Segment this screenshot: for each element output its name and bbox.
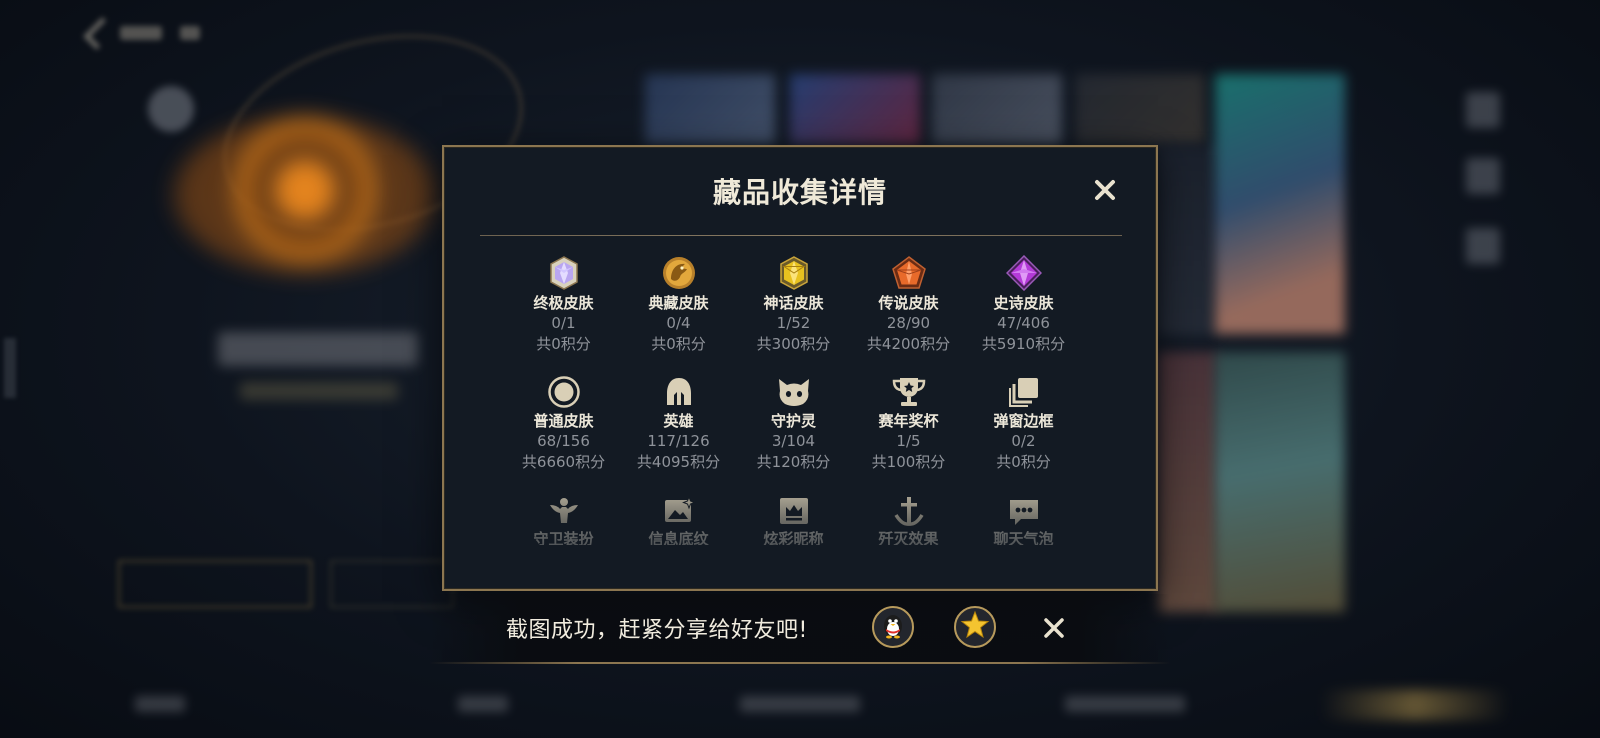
item-points: 共300积分 — [756, 335, 831, 353]
collection-item-kill-effect[interactable]: 歼灭效果 — [851, 489, 966, 545]
item-points: 共4095积分 — [636, 453, 721, 471]
item-count: 0/2 — [1011, 432, 1036, 450]
kill-effect-icon — [851, 489, 966, 527]
item-count: 1/52 — [776, 314, 811, 332]
item-points: 共5910积分 — [981, 335, 1066, 353]
collection-item-legend-skin[interactable]: 传说皮肤 28/90 共4200积分 — [851, 253, 966, 371]
guard-outfit-icon — [506, 489, 621, 527]
hero-helmet-icon — [621, 371, 736, 409]
collection-row: 普通皮肤 68/156 共6660积分 英雄 117/126 共4095积分 守… — [506, 371, 1081, 489]
toast-underline — [430, 662, 1170, 664]
collection-item-normal-skin[interactable]: 普通皮肤 68/156 共6660积分 — [506, 371, 621, 489]
item-points: 共6660积分 — [521, 453, 606, 471]
item-name: 普通皮肤 — [533, 412, 594, 430]
title-divider — [480, 235, 1122, 236]
item-name: 守护灵 — [770, 412, 816, 430]
item-count: 3/104 — [771, 432, 816, 450]
collection-item-guardian-spirit[interactable]: 守护灵 3/104 共120积分 — [736, 371, 851, 489]
season-trophy-icon — [851, 371, 966, 409]
qzone-star-icon — [960, 610, 990, 644]
popup-frame-icon — [966, 371, 1081, 409]
collection-item-mythic-skin[interactable]: 神话皮肤 1/52 共300积分 — [736, 253, 851, 371]
background-side-icon — [1466, 228, 1500, 264]
chat-bubble-icon — [966, 489, 1081, 527]
item-count: 28/90 — [886, 314, 931, 332]
item-count: 1/5 — [896, 432, 921, 450]
item-points: 共0积分 — [651, 335, 706, 353]
legend-skin-gem-icon — [851, 253, 966, 291]
item-points: 共0积分 — [996, 453, 1051, 471]
item-name: 英雄 — [663, 412, 694, 430]
collection-item-collection-skin[interactable]: 典藏皮肤 0/4 共0积分 — [621, 253, 736, 371]
background-side-icon — [1466, 92, 1500, 128]
background-side-label — [4, 338, 16, 398]
share-qq-button[interactable] — [872, 606, 914, 648]
item-name: 信息底纹 — [648, 530, 709, 545]
close-icon[interactable] — [1040, 614, 1068, 642]
background-player-name — [218, 332, 418, 366]
item-points: 共4200积分 — [866, 335, 951, 353]
collection-item-colorful-nickname[interactable]: 炫彩昵称 — [736, 489, 851, 545]
close-icon[interactable] — [1088, 173, 1122, 207]
screenshot-toast: 截图成功，赶紧分享给好友吧! — [430, 594, 1170, 664]
background-side-icon — [1466, 158, 1500, 194]
background-skin-card — [1215, 352, 1345, 612]
item-name: 弹窗边框 — [993, 412, 1054, 430]
collection-item-info-pattern[interactable]: 信息底纹 — [621, 489, 736, 545]
dialog-title: 藏品收集详情 — [712, 176, 887, 209]
background-skin-card — [932, 74, 1062, 144]
qq-penguin-icon — [878, 610, 908, 644]
collection-item-chat-bubble[interactable]: 聊天气泡 — [966, 489, 1081, 545]
background-skin-card — [790, 74, 920, 144]
item-points: 共120积分 — [756, 453, 831, 471]
collection-row: 守卫装扮 信息底纹 炫彩昵称 歼灭效果 聊天气泡 — [506, 489, 1081, 545]
background-footer — [0, 676, 1600, 738]
item-points: 共0积分 — [536, 335, 591, 353]
collection-item-popup-frame[interactable]: 弹窗边框 0/2 共0积分 — [966, 371, 1081, 489]
collection-item-season-trophy[interactable]: 赛年奖杯 1/5 共100积分 — [851, 371, 966, 489]
background-button — [118, 560, 312, 608]
epic-skin-gem-icon — [966, 253, 1081, 291]
item-name: 终极皮肤 — [533, 294, 594, 312]
item-name: 赛年奖杯 — [878, 412, 939, 430]
share-qzone-button[interactable] — [954, 606, 996, 648]
background-skin-card — [1158, 352, 1218, 612]
background-player-subtitle — [240, 382, 398, 400]
mythic-skin-gem-icon — [736, 253, 851, 291]
collection-item-guard-outfit[interactable]: 守卫装扮 — [506, 489, 621, 545]
item-count: 117/126 — [647, 432, 710, 450]
item-name: 守卫装扮 — [533, 530, 594, 545]
item-name: 歼灭效果 — [878, 530, 939, 545]
colorful-nickname-icon — [736, 489, 851, 527]
item-name: 炫彩昵称 — [763, 530, 824, 545]
item-count: 0/1 — [551, 314, 576, 332]
ultimate-skin-gem-icon — [506, 253, 621, 291]
item-name: 神话皮肤 — [763, 294, 824, 312]
background-skin-card — [1158, 145, 1218, 335]
item-name: 传说皮肤 — [878, 294, 939, 312]
collection-item-epic-skin[interactable]: 史诗皮肤 47/406 共5910积分 — [966, 253, 1081, 371]
item-count: 47/406 — [997, 314, 1050, 332]
background-back-button — [83, 16, 228, 50]
item-name: 聊天气泡 — [993, 530, 1054, 545]
item-points: 共100积分 — [871, 453, 946, 471]
item-name: 史诗皮肤 — [993, 294, 1054, 312]
info-pattern-icon — [621, 489, 736, 527]
collection-grid: 终极皮肤 0/1 共0积分 典藏皮肤 0/4 共0积分 神话皮肤 1/52 共3… — [506, 253, 1081, 545]
collection-details-dialog: 藏品收集详情 终极皮肤 0/1 共0积分 典藏皮肤 0/4 共0积分 神话皮肤 … — [442, 145, 1158, 591]
background-skin-card — [1215, 74, 1345, 334]
collection-item-hero[interactable]: 英雄 117/126 共4095积分 — [621, 371, 736, 489]
background-emblem — [165, 110, 445, 280]
guardian-spirit-icon — [736, 371, 851, 409]
collection-item-ultimate-skin[interactable]: 终极皮肤 0/1 共0积分 — [506, 253, 621, 371]
item-count: 0/4 — [666, 314, 691, 332]
collection-row: 终极皮肤 0/1 共0积分 典藏皮肤 0/4 共0积分 神话皮肤 1/52 共3… — [506, 253, 1081, 371]
background-skin-card — [1075, 74, 1205, 144]
item-count: 68/156 — [537, 432, 590, 450]
toast-message: 截图成功，赶紧分享给好友吧! — [506, 618, 808, 643]
background-skin-card — [645, 74, 775, 144]
normal-skin-circle-icon — [506, 371, 621, 409]
item-name: 典藏皮肤 — [648, 294, 709, 312]
collection-skin-dragon-icon — [621, 253, 736, 291]
